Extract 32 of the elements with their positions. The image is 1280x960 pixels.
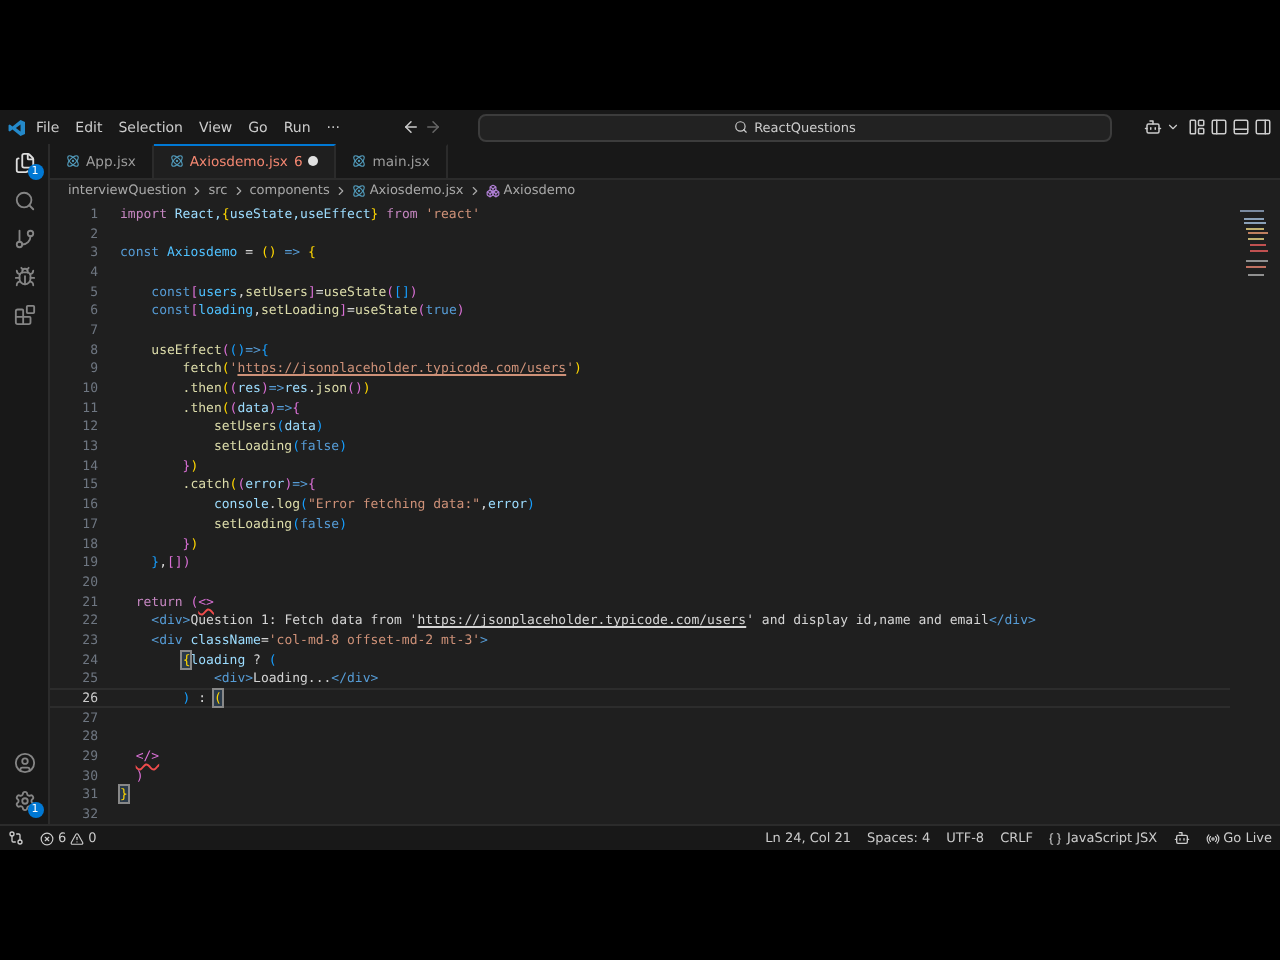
component-icon	[485, 183, 500, 198]
broadcast-icon	[1205, 831, 1220, 845]
layout-icon[interactable]	[1188, 118, 1206, 136]
chevron-right-icon	[231, 183, 246, 198]
search-icon	[734, 120, 749, 134]
search-icon[interactable]	[13, 190, 35, 212]
account-icon[interactable]	[13, 752, 35, 774]
robot-icon[interactable]	[1144, 118, 1162, 136]
bug-icon[interactable]	[13, 266, 35, 288]
chevron-right-icon	[190, 183, 205, 198]
react-file-icon	[169, 154, 184, 169]
react-file-icon	[66, 154, 80, 169]
error-icon	[40, 831, 54, 845]
robot-icon[interactable]	[1173, 830, 1190, 846]
back-arrow-icon[interactable]	[401, 118, 420, 136]
minimap-drawing[interactable]	[1240, 210, 1268, 282]
panel-right-icon[interactable]	[1254, 118, 1272, 136]
app-logo-icon	[8, 117, 26, 137]
panel-left-icon[interactable]	[1210, 118, 1228, 136]
remote-icon[interactable]	[8, 830, 24, 846]
react-file-icon	[351, 183, 366, 198]
warning-icon	[70, 831, 85, 845]
braces-icon	[1048, 831, 1063, 845]
panel-bottom-icon[interactable]	[1232, 118, 1250, 136]
branch-icon[interactable]	[13, 228, 35, 250]
chevron-right-icon	[467, 183, 482, 198]
settings-icon[interactable]	[13, 790, 35, 812]
chevron-right-icon	[333, 183, 348, 198]
react-file-icon	[352, 154, 367, 169]
files-icon[interactable]	[13, 152, 35, 174]
chevron-down-icon[interactable]	[1166, 120, 1180, 134]
extensions-icon[interactable]	[13, 304, 35, 326]
